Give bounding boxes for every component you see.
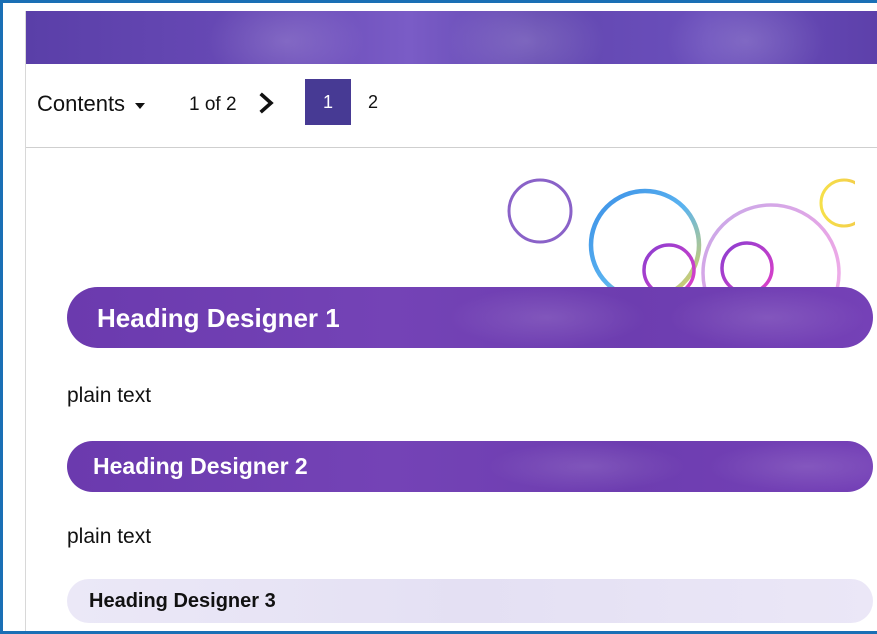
chevron-right-icon[interactable] (256, 91, 278, 115)
contents-label: Contents (37, 91, 126, 116)
top-banner (26, 11, 877, 64)
heading-1-text: Heading Designer 1 (97, 303, 340, 333)
circles-decoration (507, 178, 855, 288)
heading-3-text: Heading Designer 3 (89, 590, 276, 612)
page-button-1[interactable]: 1 (305, 79, 351, 125)
heading-designer-1: Heading Designer 1 (67, 287, 873, 348)
heading-designer-2: Heading Designer 2 (67, 441, 873, 492)
plain-text-1: plain text (67, 384, 152, 407)
contents-dropdown-button[interactable]: Contents (37, 91, 146, 117)
window-frame: Contents 1 of 2 1 2 Heading Designer 1 p… (0, 0, 877, 634)
heading-2-text: Heading Designer 2 (93, 453, 308, 479)
heading-designer-3: Heading Designer 3 (67, 579, 873, 623)
navigation-toolbar: Contents 1 of 2 1 2 (26, 64, 877, 148)
page-count: 1 of 2 (189, 94, 237, 115)
plain-text-2: plain text (67, 525, 152, 548)
caret-down-icon (135, 102, 146, 109)
page-button-2[interactable]: 2 (350, 79, 396, 125)
